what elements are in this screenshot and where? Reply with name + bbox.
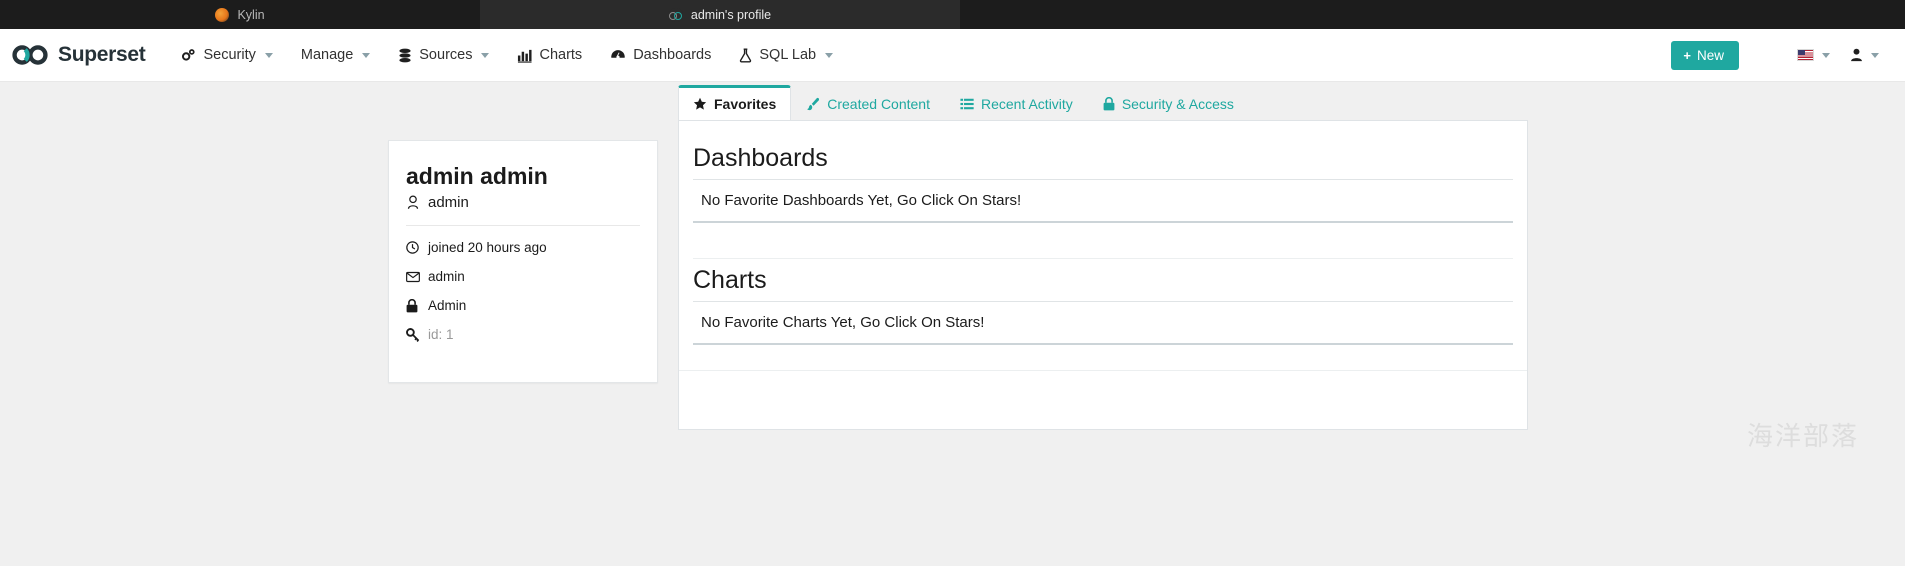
chevron-down-icon bbox=[362, 52, 371, 58]
charts-empty-message: No Favorite Charts Yet, Go Click On Star… bbox=[693, 302, 1513, 345]
paintbrush-icon bbox=[806, 97, 820, 111]
nav-item-security[interactable]: Security bbox=[167, 29, 286, 81]
profile-username-row: admin bbox=[406, 194, 640, 211]
nav-item-label: Sources bbox=[419, 47, 473, 63]
person-icon bbox=[1850, 48, 1863, 62]
browser-tab-admins-profile[interactable]: admin's profile bbox=[480, 0, 960, 29]
nav-item-sql-lab[interactable]: SQL Lab bbox=[725, 29, 847, 81]
tab-label: Recent Activity bbox=[980, 96, 1073, 112]
brand-link[interactable]: Superset bbox=[11, 43, 146, 67]
chevron-down-icon bbox=[1871, 52, 1879, 58]
kylin-favicon-icon bbox=[215, 7, 230, 22]
section-title: Charts bbox=[693, 266, 767, 294]
nav-item-label: Manage bbox=[300, 47, 354, 63]
profile-meta-id: id: 1 bbox=[406, 327, 640, 342]
list-icon bbox=[960, 97, 974, 111]
superset-infinity-logo-icon bbox=[12, 45, 48, 65]
chevron-down-icon bbox=[1822, 52, 1830, 58]
profile-meta-joined: joined 20 hours ago bbox=[406, 240, 640, 255]
panel-footer-rule bbox=[679, 370, 1527, 371]
new-button-label: New bbox=[1696, 47, 1724, 63]
gears-icon bbox=[181, 48, 196, 63]
favorites-panel: Dashboards No Favorite Dashboards Yet, G… bbox=[678, 120, 1528, 430]
lock-icon bbox=[406, 298, 421, 313]
charts-section: Charts No Favorite Charts Yet, Go Click … bbox=[693, 265, 1513, 345]
profile-card: admin admin admin joined 20 hours ago ad… bbox=[388, 140, 658, 383]
profile-meta-text: Admin bbox=[428, 298, 467, 314]
chevron-down-icon bbox=[481, 52, 490, 58]
tab-security-access[interactable]: Security & Access bbox=[1088, 87, 1249, 120]
tab-favorites[interactable]: Favorites bbox=[678, 85, 792, 120]
profile-meta-text: id: 1 bbox=[428, 327, 454, 343]
browser-tab-title: Kylin bbox=[237, 7, 265, 22]
language-selector[interactable] bbox=[1787, 49, 1840, 61]
user-outline-icon bbox=[406, 195, 421, 210]
nav-item-charts[interactable]: Charts bbox=[503, 29, 596, 81]
section-spacer-rule bbox=[693, 258, 1513, 259]
tab-label: Favorites bbox=[714, 96, 777, 112]
chevron-down-icon bbox=[264, 52, 273, 58]
clock-icon bbox=[406, 241, 421, 254]
watermark: 海洋部落 bbox=[1746, 422, 1859, 452]
card-divider bbox=[406, 225, 640, 227]
envelope-icon bbox=[406, 271, 421, 283]
dashboards-empty-message: No Favorite Dashboards Yet, Go Click On … bbox=[693, 180, 1513, 223]
nav-item-label: Security bbox=[203, 47, 256, 63]
tab-created-content[interactable]: Created Content bbox=[791, 87, 945, 120]
section-title: Dashboards bbox=[693, 144, 828, 172]
star-icon bbox=[693, 97, 707, 111]
brand-name: Superset bbox=[58, 43, 146, 66]
tab-label: Security & Access bbox=[1121, 96, 1234, 112]
nav-item-sources[interactable]: Sources bbox=[384, 29, 503, 81]
chevron-down-icon bbox=[825, 52, 834, 58]
nav-item-label: Charts bbox=[539, 47, 583, 63]
profile-meta-text: joined 20 hours ago bbox=[428, 240, 547, 256]
navbar: Superset Security Manage Sources Charts bbox=[0, 29, 1905, 82]
database-icon bbox=[398, 48, 412, 63]
bar-chart-icon bbox=[517, 48, 532, 63]
flask-icon bbox=[739, 47, 752, 63]
profile-full-name: admin admin bbox=[406, 163, 548, 189]
profile-meta-role: Admin bbox=[406, 298, 640, 313]
profile-meta-text: admin bbox=[428, 269, 465, 285]
profile-username: admin bbox=[428, 194, 469, 212]
tab-recent-activity[interactable]: Recent Activity bbox=[945, 87, 1088, 120]
nav-item-manage[interactable]: Manage bbox=[287, 29, 384, 81]
tab-label: Created Content bbox=[827, 96, 930, 112]
favorites-panel-inner: Dashboards No Favorite Dashboards Yet, G… bbox=[679, 121, 1527, 345]
nav-item-label: Dashboards bbox=[633, 47, 712, 63]
browser-tab-strip: Kylin admin's profile bbox=[0, 0, 1905, 29]
plus-icon: + bbox=[1683, 47, 1691, 63]
nav-item-dashboards[interactable]: Dashboards bbox=[596, 29, 725, 81]
profile-meta-email: admin bbox=[406, 269, 640, 284]
nav-item-label: SQL Lab bbox=[759, 47, 817, 63]
page-body: admin admin admin joined 20 hours ago ad… bbox=[0, 82, 1905, 566]
dashboards-section: Dashboards No Favorite Dashboards Yet, G… bbox=[693, 143, 1513, 259]
new-button[interactable]: + New bbox=[1671, 40, 1739, 70]
superset-favicon-icon bbox=[668, 7, 683, 22]
navbar-right: + New bbox=[1671, 40, 1905, 70]
browser-tab-kylin[interactable]: Kylin bbox=[0, 0, 480, 29]
dashboard-icon bbox=[610, 48, 626, 63]
navbar-menu: Security Manage Sources Charts Dashboard… bbox=[167, 29, 847, 81]
key-icon bbox=[406, 327, 421, 342]
browser-tab-title: admin's profile bbox=[690, 7, 772, 22]
user-menu[interactable] bbox=[1840, 48, 1889, 62]
us-flag-icon bbox=[1797, 49, 1814, 61]
profile-tabs: Favorites Created Content Recent Activit… bbox=[678, 85, 1249, 120]
lock-icon bbox=[1103, 97, 1115, 111]
